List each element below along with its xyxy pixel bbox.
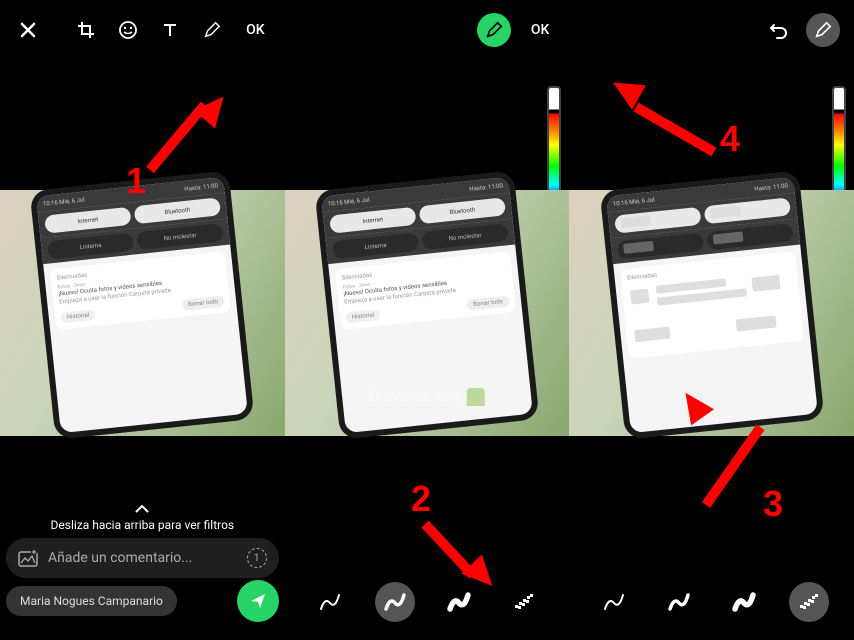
pen-icon[interactable] xyxy=(198,16,226,44)
phone-mockup: 10:16 Mié, 6 JulHasta: 11:00 Silenciadas xyxy=(599,170,824,440)
brush-thick[interactable] xyxy=(724,582,764,622)
brush-thin[interactable] xyxy=(310,582,350,622)
swipe-hint-text: Desliza hacia arriba para ver filtros xyxy=(51,518,235,532)
photo-preview: 10:16 Mié, 6 JulHasta: 11:00 Internet Bl… xyxy=(0,190,285,436)
photo-preview: 10:16 Mié, 6 JulHasta: 11:00 Internet Bl… xyxy=(285,190,570,436)
brush-pixelate[interactable] xyxy=(504,582,544,622)
annotation-arrow-4 xyxy=(634,103,717,157)
undo-icon[interactable] xyxy=(764,16,792,44)
card-btn-borrar: Borrar todo xyxy=(182,295,225,310)
panel-1: OK 10:16 Mié, 6 JulHasta: 11:00 Internet… xyxy=(0,0,285,640)
close-icon[interactable] xyxy=(14,16,42,44)
brush-medium[interactable] xyxy=(375,582,415,622)
comment-bar[interactable]: Añade un comentario... 1 xyxy=(6,538,279,578)
brush-row xyxy=(285,582,570,622)
view-once-icon[interactable]: 1 xyxy=(247,548,267,568)
comment-input[interactable]: Añade un comentario... xyxy=(48,550,237,566)
swipe-hint[interactable]: Desliza hacia arriba para ver filtros xyxy=(0,504,285,532)
pen-icon[interactable] xyxy=(806,13,840,47)
photo-add-icon[interactable] xyxy=(18,549,38,567)
watermark: El androide libre xyxy=(369,388,485,406)
crop-icon[interactable] xyxy=(72,16,100,44)
toolbar: OK xyxy=(0,0,285,60)
brush-thick[interactable] xyxy=(439,582,479,622)
annotation-label-3: 3 xyxy=(763,483,783,525)
photo-preview: 10:16 Mié, 6 JulHasta: 11:00 Silenciadas xyxy=(569,190,854,436)
annotation-label-2: 2 xyxy=(411,478,431,520)
brush-medium[interactable] xyxy=(659,582,699,622)
arrow-head-1 xyxy=(194,88,235,129)
brush-row xyxy=(569,582,854,622)
panel-2: OK 10:16 Mié, 6 JulHasta: 11:00 Internet… xyxy=(285,0,570,640)
annotation-arrow-3 xyxy=(702,424,765,508)
annotation-label-1: 1 xyxy=(126,160,146,202)
recipient-chip[interactable]: Maria Nogues Campanario xyxy=(6,586,177,616)
ok-button[interactable]: OK xyxy=(240,18,271,42)
phone-mockup: 10:16 Mié, 6 JulHasta: 11:00 Internet Bl… xyxy=(30,170,255,440)
text-icon[interactable] xyxy=(156,16,184,44)
status-right: Hasta: 11:00 xyxy=(184,182,218,192)
status-time: 10:16 Mié, 6 Jul xyxy=(43,196,85,207)
pill-linterna: Linterna xyxy=(47,233,134,260)
brush-pixelate[interactable] xyxy=(789,582,829,622)
toolbar xyxy=(569,0,854,60)
brush-thin[interactable] xyxy=(594,582,634,622)
annotation-label-4: 4 xyxy=(720,118,740,160)
toolbar: OK xyxy=(285,0,570,60)
card-btn-historial: Historial xyxy=(61,309,96,324)
pill-nomolestar: No molestar xyxy=(137,223,224,250)
panel-3: 10:16 Mié, 6 JulHasta: 11:00 Silenciadas xyxy=(569,0,854,640)
send-button[interactable] xyxy=(237,580,279,622)
pen-icon-active[interactable] xyxy=(477,13,511,47)
chevron-up-icon xyxy=(0,504,285,514)
emoji-icon[interactable] xyxy=(114,16,142,44)
ok-button[interactable]: OK xyxy=(525,18,556,42)
android-icon xyxy=(467,388,485,406)
